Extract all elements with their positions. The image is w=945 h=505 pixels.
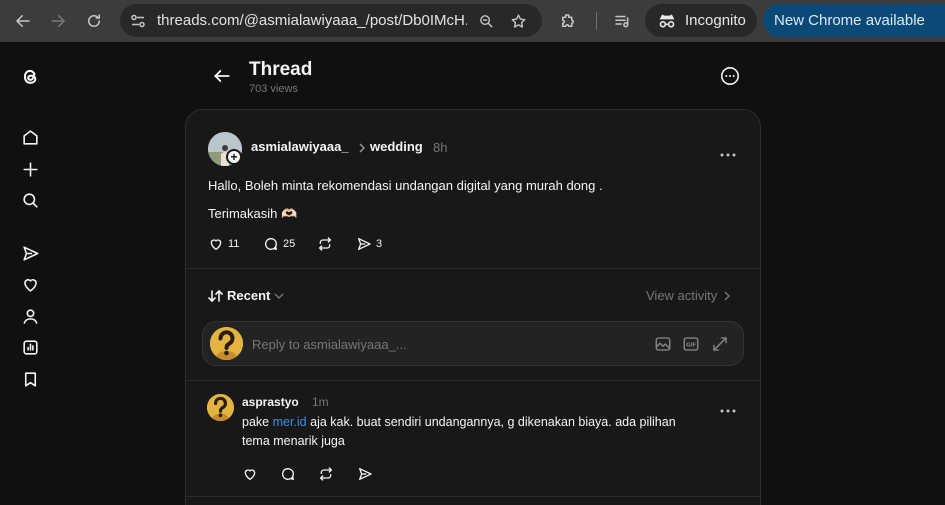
home-icon[interactable] xyxy=(20,127,40,147)
comment-text-line: tema menarik juga xyxy=(242,434,345,448)
saved-bookmark-icon[interactable] xyxy=(20,369,40,389)
repost-icon xyxy=(319,237,331,251)
post-more-icon[interactable] xyxy=(719,145,737,157)
sort-arrows-icon xyxy=(208,289,223,302)
extensions-icon[interactable] xyxy=(553,6,583,36)
forward-icon[interactable] xyxy=(43,6,73,36)
send-icon xyxy=(358,238,371,250)
comment-reply-button[interactable] xyxy=(279,465,297,483)
sort-label: Recent xyxy=(227,288,271,303)
url-text[interactable]: threads.com/@asmialawiyaaa_/post/Db0IMcH… xyxy=(157,4,467,37)
site-info-icon[interactable] xyxy=(128,11,148,31)
chevron-down-icon xyxy=(274,293,284,299)
incognito-icon xyxy=(657,12,677,30)
threads-logo-icon[interactable] xyxy=(20,66,40,86)
svg-text:GIF: GIF xyxy=(686,343,696,349)
incognito-label: Incognito xyxy=(685,12,746,29)
sort-dropdown[interactable]: Recent xyxy=(208,288,285,303)
bookmark-star-icon[interactable] xyxy=(508,11,528,31)
insights-icon[interactable] xyxy=(20,337,40,357)
comment-link[interactable]: mer.id xyxy=(273,415,307,429)
chevron-right-icon xyxy=(724,291,731,300)
section-divider xyxy=(186,496,760,497)
comment-repost-button[interactable] xyxy=(317,465,335,483)
author-username[interactable]: asmialawiyaaa_ xyxy=(251,139,349,154)
send-icon xyxy=(359,468,372,480)
attach-media-icon[interactable] xyxy=(653,334,673,354)
thread-card: + asmialawiyaaa_ wedding 8h Hallo, Boleh… xyxy=(185,109,761,505)
profile-icon[interactable] xyxy=(20,306,40,326)
reload-icon[interactable] xyxy=(79,6,109,36)
comment-icon xyxy=(265,238,277,250)
view-activity-link[interactable]: View activity xyxy=(646,288,733,303)
comment-text-prefix: pake xyxy=(242,415,273,429)
topic-chevron-icon xyxy=(357,141,367,153)
section-divider xyxy=(186,380,760,381)
view-activity-label: View activity xyxy=(646,288,718,303)
section-divider xyxy=(186,268,760,269)
repost-button[interactable] xyxy=(317,236,333,252)
view-count: 703 views xyxy=(249,83,298,95)
share-button[interactable]: 3 xyxy=(356,236,382,252)
post-timestamp: 8h xyxy=(433,140,448,155)
comment-timestamp: 1m xyxy=(312,395,329,409)
browser-toolbar: threads.com/@asmialawiyaaa_/post/Db0IMcH… xyxy=(0,0,945,42)
comment-icon xyxy=(282,468,294,480)
threads-sidebar xyxy=(0,42,60,505)
commenter-username[interactable]: asprastyo xyxy=(242,395,299,409)
send-icon[interactable] xyxy=(20,243,40,263)
reply-count: 25 xyxy=(283,238,296,250)
search-icon[interactable] xyxy=(20,190,40,210)
zoom-icon[interactable] xyxy=(476,11,496,31)
toolbar-divider xyxy=(596,12,597,30)
commenter-avatar[interactable] xyxy=(207,394,234,421)
new-chrome-label: New Chrome available xyxy=(774,12,925,29)
comment-text-suffix: aja kak. buat sendiri undangannya, g dik… xyxy=(306,415,676,429)
repost-icon xyxy=(320,467,332,481)
like-button[interactable]: 11 xyxy=(208,236,239,252)
post-text-line: Terimakasih 🫶🏻 xyxy=(208,206,298,221)
comment-more-icon[interactable] xyxy=(719,401,737,413)
reply-input[interactable] xyxy=(252,334,552,354)
create-plus-icon[interactable] xyxy=(20,159,40,179)
reply-button[interactable]: 25 xyxy=(263,236,295,252)
comment-text-line: pake mer.id aja kak. buat sendiri undang… xyxy=(242,415,676,429)
activity-heart-icon[interactable] xyxy=(20,274,40,294)
follow-plus-icon[interactable]: + xyxy=(226,149,242,165)
current-user-avatar xyxy=(210,327,243,360)
post-text-line: Hallo, Boleh minta rekomendasi undangan … xyxy=(208,178,603,193)
more-options-circle-icon[interactable] xyxy=(720,66,740,86)
gif-icon[interactable]: GIF xyxy=(681,334,701,354)
reply-composer[interactable]: GIF xyxy=(202,321,744,366)
new-chrome-available-button[interactable]: New Chrome available xyxy=(763,4,945,37)
share-count: 3 xyxy=(376,238,383,250)
media-controls-icon[interactable] xyxy=(607,6,637,36)
like-count: 11 xyxy=(228,238,240,250)
thread-back-button[interactable] xyxy=(210,64,234,88)
heart-icon xyxy=(244,469,256,480)
address-bar[interactable]: threads.com/@asmialawiyaaa_/post/Db0IMcH… xyxy=(120,4,542,37)
page-title: Thread xyxy=(249,59,313,80)
heart-icon xyxy=(210,239,222,250)
back-icon[interactable] xyxy=(8,6,38,36)
comment-like-button[interactable] xyxy=(241,465,259,483)
expand-icon[interactable] xyxy=(710,334,730,354)
incognito-badge[interactable]: Incognito xyxy=(645,4,757,37)
comment-share-button[interactable] xyxy=(356,465,374,483)
topic-tag[interactable]: wedding xyxy=(370,139,423,154)
